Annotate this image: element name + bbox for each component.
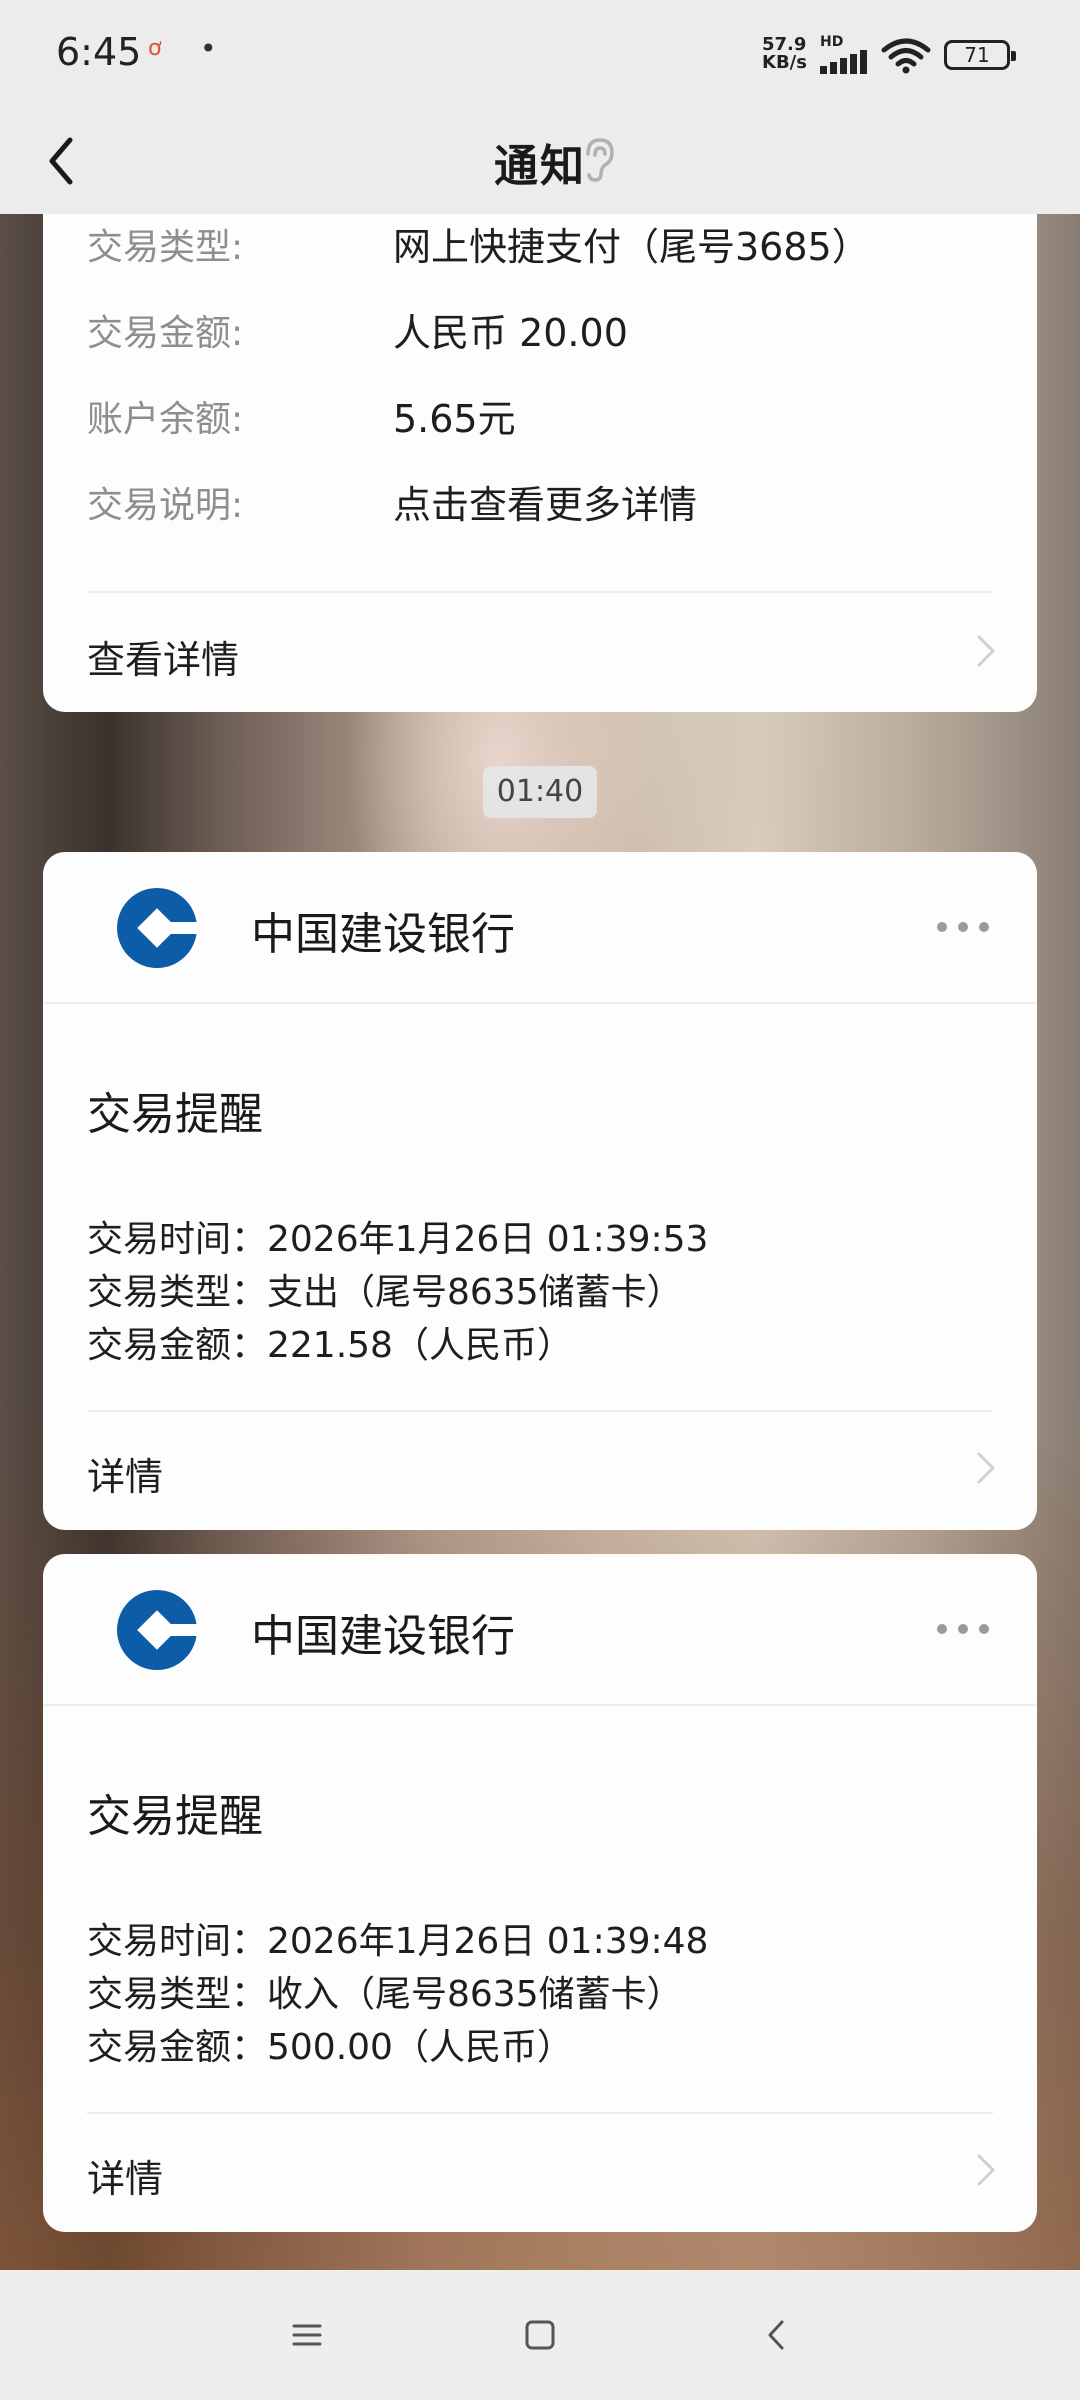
more-dots-icon[interactable] [937,1622,991,1636]
chevron-right-icon [977,2154,995,2186]
status-time: 6:45 [56,30,142,74]
row-label: 交易金额: [87,313,244,354]
row-value: 人民币 20.00 [393,311,628,355]
page-title: 通知 [494,141,586,192]
signal-icon [820,50,870,74]
bank-name: 中国建设银行 [251,1611,515,1662]
message-timestamp: 01:40 [483,766,597,818]
nav-back-icon[interactable] [752,2310,802,2360]
network-speed: 57.9 KB/s [762,34,807,73]
detail-line: 交易类型：收入（尾号8635储蓄卡） [87,1974,683,2015]
card-header: 中国建设银行 [43,852,1037,1004]
ear-icon[interactable] [578,134,618,184]
wifi-icon [881,38,931,74]
ccb-logo-icon [117,888,199,968]
row-label: 交易说明: [87,485,244,526]
view-details-link[interactable]: 查看详情 [43,593,1037,712]
row-value[interactable]: 点击查看更多详情 [393,474,697,529]
hd-indicator: HD [820,34,844,50]
row-label: 交易类型: [87,227,244,268]
menu-icon[interactable] [282,2310,332,2360]
notification-dot-icon: • [200,32,217,65]
chevron-right-icon [977,635,995,667]
notification-icon: ơ [148,36,162,61]
app-header: 通知 [0,108,1080,214]
battery-indicator: 71 [944,40,1016,70]
row-value: 5.65元 [393,397,516,441]
detail-line: 交易时间：2026年1月26日 01:39:48 [87,1921,709,1962]
more-dots-icon[interactable] [937,920,991,934]
detail-line: 交易类型：支出（尾号8635储蓄卡） [87,1272,683,1313]
status-bar: 6:45 ơ • 57.9 KB/s HD 71 [0,0,1080,108]
card-title: 交易提醒 [87,1791,263,1842]
ccb-logo-icon [117,1590,199,1670]
transaction-card-partial: 交易类型: 网上快捷支付（尾号3685） 交易金额: 人民币 20.00 账户余… [43,180,1037,712]
detail-line: 交易金额：500.00（人民币） [87,2027,573,2068]
bank-notification-card: 中国建设银行 交易提醒 交易时间：2026年1月26日 01:39:53 交易类… [43,852,1037,1530]
details-label: 详情 [87,2157,164,2201]
details-link[interactable]: 详情 [43,2114,1037,2232]
detail-line: 交易时间：2026年1月26日 01:39:53 [87,1219,709,1260]
details-link[interactable]: 详情 [43,1412,1037,1530]
row-label: 账户余额: [87,399,244,440]
row-value: 网上快捷支付（尾号3685） [393,225,870,269]
view-details-label: 查看详情 [87,638,240,682]
chevron-right-icon [977,1452,995,1484]
card-header: 中国建设银行 [43,1554,1037,1706]
system-nav-bar [0,2270,1080,2400]
card-title: 交易提醒 [87,1089,263,1140]
details-label: 详情 [87,1455,164,1499]
bank-notification-card: 中国建设银行 交易提醒 交易时间：2026年1月26日 01:39:48 交易类… [43,1554,1037,2232]
home-square-icon[interactable] [515,2310,565,2360]
bank-name: 中国建设银行 [251,909,515,960]
detail-line: 交易金额：221.58（人民币） [87,1325,573,1366]
